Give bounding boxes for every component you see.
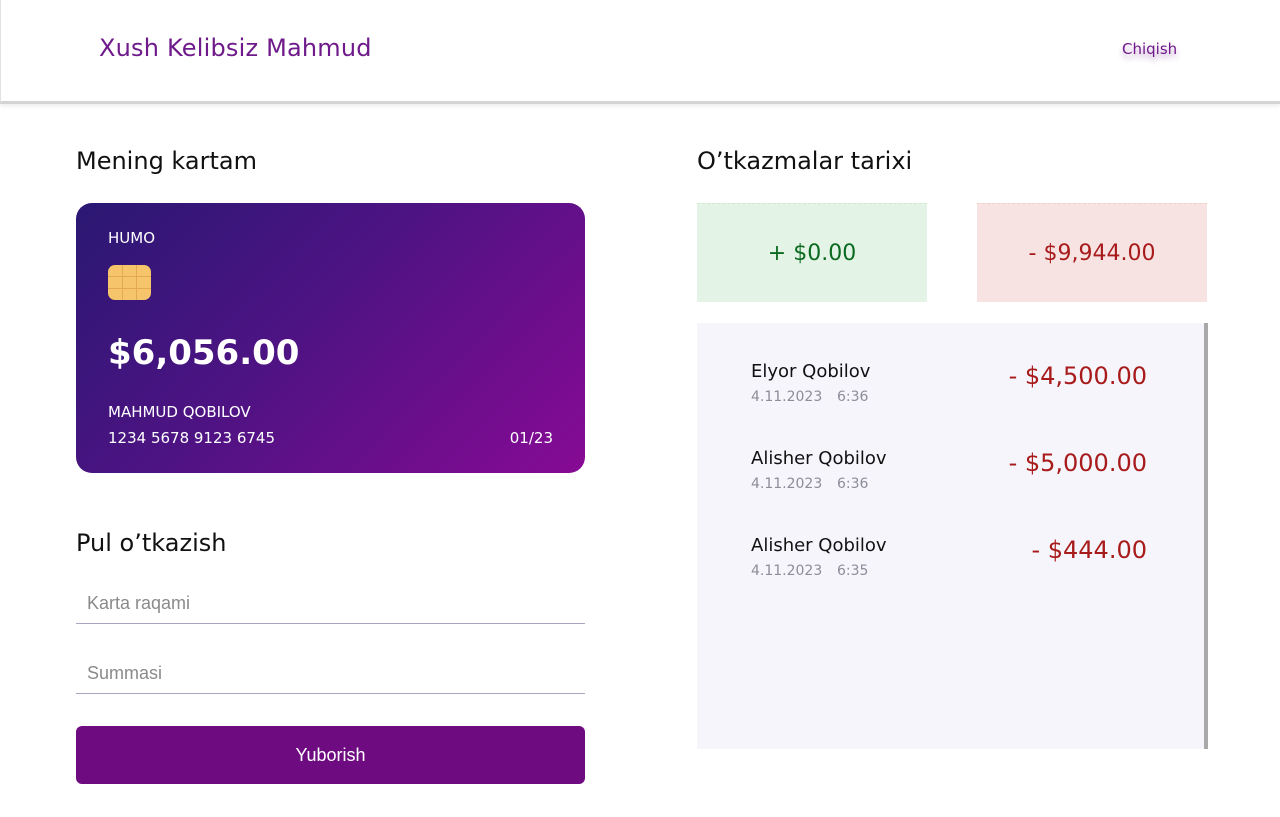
transfer-section-title: Pul o’tkazish xyxy=(76,529,227,557)
card-holder-name: MAHMUD QOBILOV xyxy=(108,403,251,421)
card-expiry: 01/23 xyxy=(509,429,553,447)
outgoing-total: - $9,944.00 xyxy=(977,203,1207,302)
card-brand: HUMO xyxy=(108,229,156,247)
transaction-time: 6:35 xyxy=(837,563,869,579)
card-number-input[interactable] xyxy=(76,584,585,624)
outgoing-total-value: - $9,944.00 xyxy=(1028,240,1156,266)
card-section-title: Mening kartam xyxy=(76,147,257,175)
history-section-title: O’tkazmalar tarixi xyxy=(697,147,913,175)
transaction-amount: - $5,000.00 xyxy=(1008,449,1147,477)
transaction-time: 6:36 xyxy=(837,389,869,405)
transaction-name: Alisher Qobilov xyxy=(751,448,887,469)
transaction-date: 4.11.2023 xyxy=(751,563,823,579)
income-total: + $0.00 xyxy=(697,203,927,302)
transaction-amount: - $4,500.00 xyxy=(1008,362,1147,390)
income-total-value: + $0.00 xyxy=(767,240,857,266)
app-header: Xush Kelibsiz Mahmud Chiqish xyxy=(0,0,1280,104)
welcome-title: Xush Kelibsiz Mahmud xyxy=(99,34,372,62)
transaction-date: 4.11.2023 xyxy=(751,389,823,405)
transaction-date: 4.11.2023 xyxy=(751,476,823,492)
transaction-name: Elyor Qobilov xyxy=(751,361,871,382)
amount-input[interactable] xyxy=(76,654,585,694)
card-number: 1234 5678 9123 6745 xyxy=(108,429,275,447)
bank-card: HUMO $6,056.00 MAHMUD QOBILOV 1234 5678 … xyxy=(76,203,585,473)
logout-link[interactable]: Chiqish xyxy=(1122,40,1177,58)
transaction-amount: - $444.00 xyxy=(1031,536,1147,564)
send-button[interactable]: Yuborish xyxy=(76,726,585,784)
transaction-name: Alisher Qobilov xyxy=(751,535,887,556)
transaction-time: 6:36 xyxy=(837,476,869,492)
chip-icon xyxy=(108,265,151,300)
transaction-item: Elyor Qobilov 4.11.2023 6:36 - $4,500.00 xyxy=(751,361,1151,421)
transaction-item: Alisher Qobilov 4.11.2023 6:35 - $444.00 xyxy=(751,535,1151,595)
transaction-list[interactable]: Elyor Qobilov 4.11.2023 6:36 - $4,500.00… xyxy=(697,323,1208,749)
transaction-item: Alisher Qobilov 4.11.2023 6:36 - $5,000.… xyxy=(751,448,1151,508)
card-balance: $6,056.00 xyxy=(108,333,300,373)
